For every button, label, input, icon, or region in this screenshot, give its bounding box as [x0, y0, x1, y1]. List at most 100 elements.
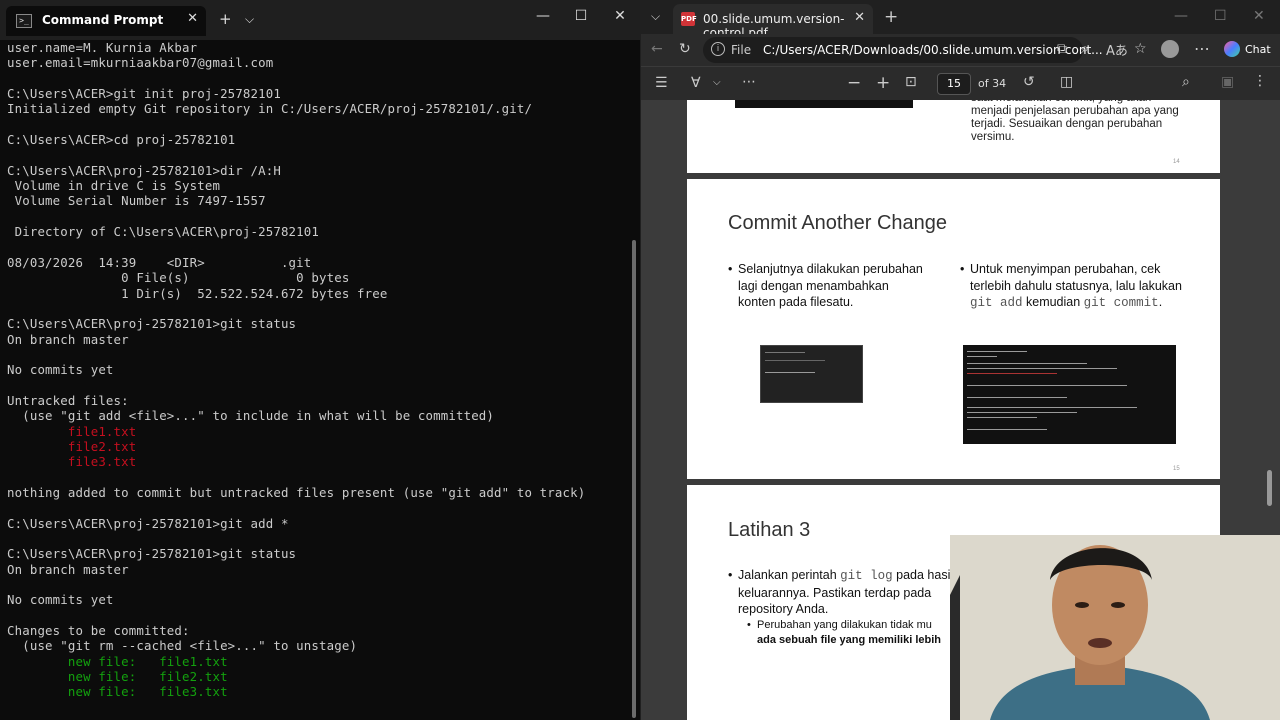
- bullet-text: Selanjutnya dilakukan perubahan lagi den…: [738, 262, 923, 310]
- favorites-star-icon[interactable]: ☆: [1134, 41, 1147, 57]
- terminal-line: new file: file1.txt: [7, 653, 228, 669]
- copilot-icon[interactable]: [1224, 41, 1240, 57]
- screenshot-line: [765, 360, 825, 361]
- more-menu-icon[interactable]: ⋯: [1194, 39, 1210, 58]
- bullet-text-part: kemudian: [1022, 295, 1084, 310]
- command-prompt-window: >_ Command Prompt ✕ + ⌵ — ☐ ✕ user.name=…: [0, 0, 640, 720]
- page-number-input[interactable]: 15: [937, 73, 971, 95]
- draw-icon[interactable]: ∀: [691, 75, 701, 91]
- terminal-icon: >_: [16, 14, 32, 28]
- read-aloud-icon[interactable]: Aあ: [1106, 40, 1128, 59]
- search-icon[interactable]: ⌕: [1182, 74, 1190, 90]
- terminal-output[interactable]: user.name=M. Kurnia Akbar user.email=mkur…: [0, 40, 630, 720]
- maximize-button[interactable]: ☐: [566, 8, 596, 24]
- terminal-line: Volume in drive C is System: [7, 178, 221, 194]
- terminal-line: C:\Users\ACER\proj-25782101>dir /A:H: [7, 162, 281, 178]
- slide-title: Commit Another Change: [728, 212, 948, 234]
- zoom-in-icon[interactable]: +: [876, 73, 890, 93]
- terminal-line: (use "git add <file>..." to include in w…: [7, 408, 495, 424]
- screenshot-line: [967, 407, 1137, 408]
- terminal-line: Changes to be committed:: [7, 623, 190, 639]
- new-tab-button[interactable]: +: [884, 7, 898, 27]
- tab-actions-icon[interactable]: ⌵: [651, 9, 660, 24]
- more-tools-icon[interactable]: ⋯: [742, 74, 756, 90]
- screenshot-line: [967, 363, 1087, 364]
- terminal-line: new file: file3.txt: [7, 684, 228, 700]
- minimize-button[interactable]: —: [1174, 8, 1188, 24]
- address-url[interactable]: C:/Users/ACER/Downloads/00.slide.umum.ve…: [763, 43, 1103, 57]
- screenshot-line: [967, 412, 1077, 413]
- close-window-button[interactable]: ✕: [1253, 8, 1265, 24]
- pdf-page-14: saat melakukan commit, yang akan menjadi…: [687, 100, 1220, 173]
- profile-avatar[interactable]: [1161, 40, 1179, 58]
- page-number: 15: [1173, 466, 1180, 472]
- close-tab-icon[interactable]: ✕: [854, 10, 865, 25]
- screenshot-line: [765, 352, 805, 353]
- browser-tab[interactable]: PDF 00.slide.umum.version-control.pdf ✕: [673, 4, 873, 40]
- maximize-button[interactable]: ☐: [1214, 8, 1227, 24]
- more-options-icon[interactable]: ⋮: [1253, 73, 1267, 89]
- terminal-tab[interactable]: >_ Command Prompt ✕: [6, 6, 206, 36]
- terminal-scrollbar[interactable]: [632, 240, 636, 718]
- inline-code: git add: [970, 296, 1023, 311]
- pdf-file-icon: PDF: [681, 12, 697, 26]
- zoom-out-icon[interactable]: −: [847, 73, 861, 93]
- zoom-icon[interactable]: ⌕: [1081, 41, 1089, 57]
- page-total-label: of 34: [978, 77, 1007, 90]
- address-bar[interactable]: i File C:/Users/ACER/Downloads/00.slide.…: [703, 37, 1103, 63]
- presenter-video: [950, 535, 1280, 720]
- slide-left-bullet: • Selanjutnya dilakukan perubahan lagi d…: [728, 261, 928, 311]
- terminal-line: On branch master: [7, 331, 129, 347]
- sub-bullet-bold-text: ada sebuah file yang memiliki lebih: [757, 633, 942, 646]
- pdf-toolbar: ☰ ∀ ⌵ ⋯ − + ⊡ 15 of 34 ↺ ◫ ⌕ ▣ ⋮: [641, 66, 1280, 100]
- terminal-line: file3.txt: [7, 454, 137, 470]
- new-tab-button[interactable]: +: [219, 10, 232, 28]
- screenshot-line: [967, 351, 1027, 352]
- pdf-scrollbar[interactable]: [1267, 470, 1272, 506]
- presenter-mouth: [1088, 638, 1112, 648]
- terminal-line: 0 File(s) 0 bytes: [7, 270, 350, 286]
- chair-edge: [950, 575, 960, 720]
- save-icon[interactable]: ▣: [1221, 74, 1234, 90]
- contents-list-icon[interactable]: ☰: [655, 75, 668, 91]
- slide-right-bullet: • Untuk menyimpan perubahan, cek terlebi…: [960, 261, 1182, 312]
- tab-dropdown-button[interactable]: ⌵: [245, 12, 254, 27]
- terminal-line: 1 Dir(s) 52.522.524.672 bytes free: [7, 285, 388, 301]
- slide-title: Latihan 3: [728, 519, 811, 541]
- screenshot-line: [967, 417, 1037, 418]
- bullet-text-part: .: [1158, 295, 1163, 310]
- refresh-icon[interactable]: ↻: [679, 41, 691, 57]
- bullet-dot: •: [728, 262, 733, 276]
- chat-button[interactable]: Chat: [1245, 43, 1271, 56]
- inline-code: git commit: [1083, 296, 1159, 311]
- page-number: 14: [1173, 159, 1180, 165]
- terminal-tab-bar: >_ Command Prompt ✕ + ⌵ — ☐ ✕: [0, 0, 640, 40]
- minimize-button[interactable]: —: [528, 8, 558, 24]
- back-arrow-icon[interactable]: ←: [651, 41, 663, 57]
- close-window-button[interactable]: ✕: [605, 8, 635, 24]
- page-view-icon[interactable]: ◫: [1060, 74, 1073, 90]
- rotate-icon[interactable]: ↺: [1023, 74, 1035, 90]
- chevron-down-icon[interactable]: ⌵: [713, 77, 721, 88]
- terminal-line: user.name=M. Kurnia Akbar: [7, 40, 198, 55]
- presenter-eye-right: [1111, 602, 1125, 608]
- terminal-line: 08/03/2026 14:39 <DIR> .git: [7, 254, 312, 270]
- terminal-line: Directory of C:\Users\ACER\proj-25782101: [7, 224, 320, 240]
- screenshot-line: [967, 368, 1117, 369]
- info-icon[interactable]: i: [711, 42, 725, 56]
- immersive-reader-icon[interactable]: ⧉: [1057, 41, 1067, 57]
- terminal-line: C:\Users\ACER>git init proj-25782101: [7, 86, 281, 102]
- screenshot-line: [967, 429, 1047, 430]
- fit-page-icon[interactable]: ⊡: [905, 74, 917, 90]
- close-tab-icon[interactable]: ✕: [187, 11, 198, 26]
- screenshot-line: [967, 385, 1127, 386]
- terminal-line: Volume Serial Number is 7497-1557: [7, 193, 266, 209]
